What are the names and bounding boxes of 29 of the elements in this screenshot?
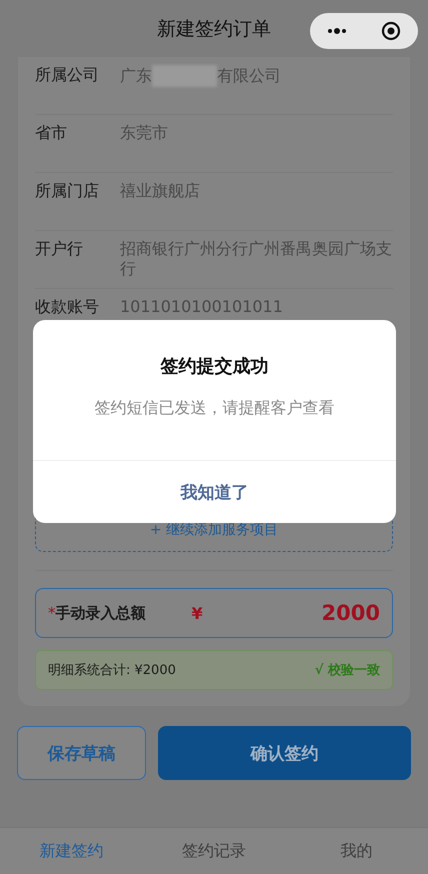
more-icon[interactable]	[327, 27, 347, 35]
field-value: 1011010100101011	[120, 297, 284, 317]
save-draft-button[interactable]: 保存草稿	[17, 726, 146, 780]
field-label: 开户行	[35, 239, 84, 259]
field-label: 收款账号	[35, 297, 100, 317]
required-mark: *	[48, 604, 56, 622]
amount-label: 手动录入总额	[56, 604, 146, 622]
field-label: 所属公司	[35, 65, 100, 85]
currency-sign: ¥	[192, 604, 204, 622]
tab[interactable]: 签约记录	[142, 840, 286, 862]
acknowledge-button[interactable]: 我知道了	[33, 460, 396, 523]
field-value: 广东	[120, 66, 152, 86]
field-label: 所属门店	[35, 181, 100, 201]
page-title: 新建签约订单	[157, 16, 271, 42]
field-value: 招商银行广州分行广州番禺奥园广场支行	[120, 239, 393, 279]
dialog-title: 签约提交成功	[160, 355, 270, 378]
dialog-message: 签约短信已发送，请提醒客户查看	[94, 398, 336, 419]
field-value: 有限公司	[217, 66, 281, 86]
field-value: 东莞市	[120, 123, 169, 143]
confirm-button[interactable]: 确认签约	[158, 726, 411, 780]
field-label: 省市	[35, 123, 68, 143]
summary-text: 明细系统合计: ¥2000	[48, 662, 176, 679]
amount-value: 2000	[322, 601, 380, 625]
tab[interactable]: 新建签约	[0, 840, 143, 862]
amount-field[interactable]: *手动录入总额 ¥ 2000	[35, 588, 393, 638]
close-target-icon[interactable]	[381, 21, 401, 41]
check-status: √ 校验一致	[314, 662, 380, 679]
tab[interactable]: 我的	[285, 840, 428, 862]
field-value: 禧业旗舰店	[120, 181, 201, 201]
